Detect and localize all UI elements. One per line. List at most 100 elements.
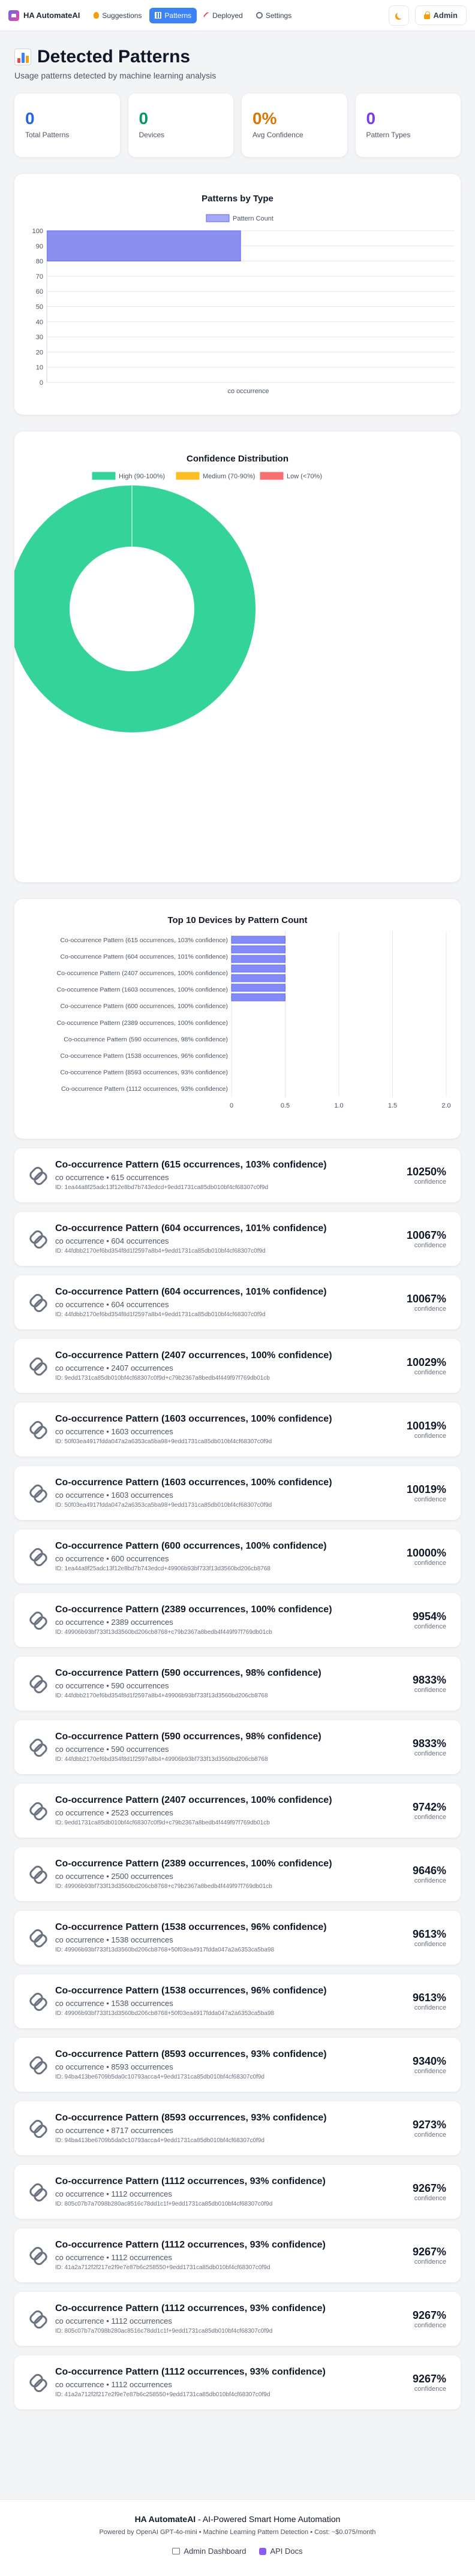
footer-subtitle: Powered by OpenAI GPT-4o-mini • Machine …	[99, 2529, 376, 2536]
pattern-item[interactable]: Co-occurrence Pattern (604 occurrences, …	[14, 1212, 461, 1266]
pattern-confidence-value: 10067%	[406, 1229, 446, 1241]
pattern-item[interactable]: Co-occurrence Pattern (1112 occurrences,…	[14, 2292, 461, 2346]
pattern-item[interactable]: Co-occurrence Pattern (615 occurrences, …	[14, 1148, 461, 1202]
bar	[47, 230, 241, 262]
pattern-item[interactable]: Co-occurrence Pattern (590 occurrences, …	[14, 1657, 461, 1711]
x-tick-label: 0	[230, 1102, 233, 1109]
pattern-id: ID: 44fdbb2170ef6bd354f8d1f2597a8b4+4990…	[55, 1693, 268, 1699]
y-tick-label: Co-occurrence Pattern (600 occurrences, …	[60, 1003, 228, 1010]
pattern-title: Co-occurrence Pattern (8593 occurrences,…	[55, 2113, 327, 2123]
stat-value: 0%	[252, 109, 277, 128]
pattern-title: Co-occurrence Pattern (2389 occurrences,…	[55, 1604, 332, 1615]
pattern-confidence-value: 9833%	[412, 1673, 446, 1686]
pattern-title: Co-occurrence Pattern (1603 occurrences,…	[55, 1414, 332, 1424]
pattern-item[interactable]: Co-occurrence Pattern (1112 occurrences,…	[14, 2165, 461, 2219]
stat-label: Devices	[139, 131, 165, 139]
pattern-confidence-label: confidence	[414, 1178, 446, 1186]
legend-label: High (90-100%)	[119, 473, 165, 480]
theme-toggle-button[interactable]	[388, 5, 409, 26]
pattern-description: co occurrence • 590 occurrences	[55, 1745, 169, 1754]
pattern-item[interactable]: Co-occurrence Pattern (8593 occurrences,…	[14, 2038, 461, 2092]
api-docs-link[interactable]: API Docs	[259, 2547, 303, 2556]
y-tick-label: Co-occurrence Pattern (2407 occurrences,…	[57, 970, 228, 977]
pattern-confidence-label: confidence	[414, 1877, 446, 1884]
pattern-description: co occurrence • 2523 occurrences	[55, 1808, 173, 1817]
brand[interactable]: HA AutomateAI	[8, 10, 80, 21]
pattern-description: co occurrence • 1112 occurrences	[55, 2380, 172, 2389]
pattern-confidence-value: 9267%	[412, 2309, 446, 2321]
pattern-id: ID: 805c07b7a7098b280ac8516c78dd1c1f+9ed…	[55, 2201, 273, 2207]
link-icon	[29, 1993, 46, 2010]
gear-icon	[255, 12, 263, 19]
pattern-id: ID: 44fdbb2170ef6bd354f8d1f2597a8b4+4990…	[55, 1756, 268, 1763]
stat-value: 0	[25, 109, 35, 128]
pattern-title: Co-occurrence Pattern (1538 occurrences,…	[55, 1922, 327, 1932]
nav-settings[interactable]: Settings	[251, 8, 297, 23]
link-icon	[29, 1612, 46, 1628]
link-icon	[29, 1421, 46, 1438]
footer-brand: HA AutomateAI	[134, 2514, 196, 2524]
pattern-item[interactable]: Co-occurrence Pattern (1603 occurrences,…	[14, 1402, 461, 1456]
pattern-item[interactable]: Co-occurrence Pattern (1603 occurrences,…	[14, 1466, 461, 1520]
footer: HA AutomateAI - AI-Powered Smart Home Au…	[0, 2499, 475, 2576]
pattern-confidence-label: confidence	[414, 2131, 446, 2138]
pattern-confidence-value: 10000%	[406, 1546, 446, 1559]
nav-links: Suggestions Patterns Deployed Settings	[88, 7, 297, 23]
nav-deployed[interactable]: Deployed	[199, 8, 248, 23]
pattern-item[interactable]: Co-occurrence Pattern (2389 occurrences,…	[14, 1593, 461, 1647]
y-tick-label: Co-occurrence Pattern (1112 occurrences,…	[61, 1085, 228, 1093]
bar	[231, 974, 285, 982]
y-tick-label: Co-occurrence Pattern (1603 occurrences,…	[57, 987, 228, 994]
pattern-item[interactable]: Co-occurrence Pattern (1538 occurrences,…	[14, 1911, 461, 1965]
pattern-title: Co-occurrence Pattern (604 occurrences, …	[55, 1223, 327, 1233]
chart-title: Patterns by Type	[202, 194, 273, 204]
pattern-item[interactable]: Co-occurrence Pattern (1112 occurrences,…	[14, 2355, 461, 2409]
pattern-item[interactable]: Co-occurrence Pattern (2389 occurrences,…	[14, 1847, 461, 1901]
pattern-title: Co-occurrence Pattern (1112 occurrences,…	[55, 2367, 326, 2377]
pattern-item[interactable]: Co-occurrence Pattern (604 occurrences, …	[14, 1275, 461, 1329]
nav-suggestions[interactable]: Suggestions	[88, 8, 147, 23]
bar	[231, 993, 285, 1002]
page-title: Detected Patterns	[37, 47, 191, 67]
y-tick-label: 100	[32, 228, 43, 235]
chart-title: Top 10 Devices by Pattern Count	[167, 915, 307, 925]
legend-swatch	[260, 472, 284, 480]
pattern-item[interactable]: Co-occurrence Pattern (8593 occurrences,…	[14, 2101, 461, 2155]
y-tick-label: Co-occurrence Pattern (590 occurrences, …	[64, 1036, 228, 1043]
pattern-item[interactable]: Co-occurrence Pattern (1538 occurrences,…	[14, 1974, 461, 2028]
x-tick-label: co occurrence	[227, 388, 269, 395]
link-icon	[29, 1929, 46, 1946]
nav-patterns[interactable]: Patterns	[149, 7, 197, 23]
pattern-title: Co-occurrence Pattern (590 occurrences, …	[55, 1732, 321, 1742]
patterns-by-type-chart: Patterns by Type Pattern Count 0 10 20 30 40 50…	[32, 194, 455, 395]
admin-button[interactable]: Admin	[414, 5, 467, 25]
lightbulb-icon	[94, 12, 100, 19]
pattern-description: co occurrence • 1603 occurrences	[55, 1491, 173, 1500]
pattern-confidence-value: 9646%	[412, 1864, 446, 1877]
rocket-icon	[203, 11, 212, 20]
pattern-title: Co-occurrence Pattern (1112 occurrences,…	[55, 2240, 326, 2250]
pattern-confidence-label: confidence	[414, 1368, 446, 1376]
link-icon	[29, 2056, 46, 2073]
pattern-id: ID: 94ba413be6709b5da0c10793acca4+9edd17…	[55, 2137, 264, 2144]
stat-pattern-types: 0 Pattern Types	[355, 93, 461, 157]
link-icon	[29, 1548, 46, 1565]
pattern-title: Co-occurrence Pattern (2407 occurrences,…	[55, 1795, 332, 1805]
pattern-confidence-label: confidence	[414, 1305, 446, 1313]
pattern-description: co occurrence • 1538 occurrences	[55, 1935, 173, 1944]
pattern-title: Co-occurrence Pattern (1538 occurrences,…	[55, 1986, 327, 1996]
pattern-item[interactable]: Co-occurrence Pattern (1112 occurrences,…	[14, 2228, 461, 2282]
pattern-item[interactable]: Co-occurrence Pattern (590 occurrences, …	[14, 1720, 461, 1774]
pattern-item[interactable]: Co-occurrence Pattern (2407 occurrences,…	[14, 1339, 461, 1393]
y-tick-label: 80	[36, 258, 43, 266]
link-icon	[29, 1358, 46, 1374]
admin-dashboard-link[interactable]: Admin Dashboard	[172, 2547, 246, 2556]
pattern-item[interactable]: Co-occurrence Pattern (600 occurrences, …	[14, 1530, 461, 1583]
brand-name: HA AutomateAI	[23, 11, 80, 20]
pattern-confidence-label: confidence	[414, 1686, 446, 1694]
footer-tagline: - AI-Powered Smart Home Automation	[196, 2514, 341, 2524]
pattern-item[interactable]: Co-occurrence Pattern (2407 occurrences,…	[14, 1784, 461, 1838]
stat-value: 0	[366, 109, 376, 128]
bar	[231, 936, 285, 944]
pattern-id: ID: 9edd1731ca85db010bf4cf68307c0f9d+c79…	[55, 1820, 270, 1826]
